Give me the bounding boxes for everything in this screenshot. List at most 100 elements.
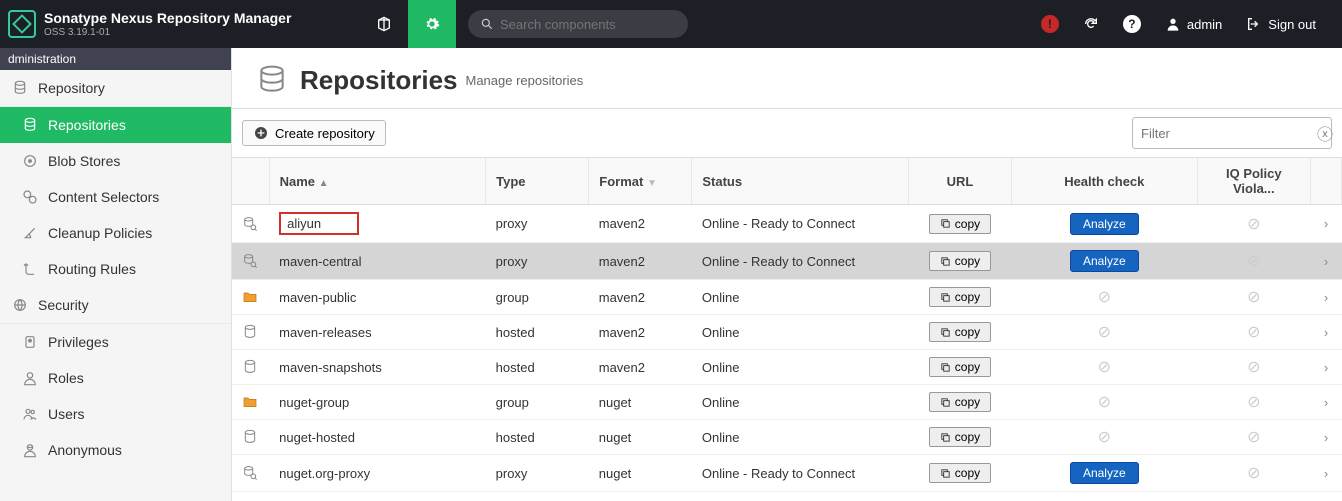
na-icon: ⊘ xyxy=(1247,289,1260,306)
table-row[interactable]: maven-releases hosted maven2 Online copy… xyxy=(232,315,1342,350)
col-name[interactable]: Name ▲ xyxy=(269,158,486,205)
help-icon[interactable]: ? xyxy=(1113,15,1151,33)
copy-url-button[interactable]: copy xyxy=(929,392,991,412)
col-health[interactable]: Health check xyxy=(1012,158,1198,205)
repo-format: maven2 xyxy=(589,315,692,350)
chevron-right-icon[interactable]: › xyxy=(1324,360,1328,375)
user-menu[interactable]: admin xyxy=(1155,16,1232,32)
chevron-right-icon[interactable]: › xyxy=(1324,395,1328,410)
sidebar-group-label: Repository xyxy=(38,80,105,96)
repo-status: Online - Ready to Connect xyxy=(692,455,909,492)
user-icon xyxy=(22,370,38,386)
sidebar-item-users[interactable]: Users xyxy=(0,396,231,432)
sidebar-item-label: Anonymous xyxy=(48,442,122,458)
repo-proxy-icon xyxy=(242,216,258,232)
col-type[interactable]: Type xyxy=(486,158,589,205)
analyze-button[interactable]: Analyze xyxy=(1070,213,1139,235)
sidebar-item-roles[interactable]: Roles xyxy=(0,360,231,396)
sidebar-item-routing rules[interactable]: Routing Rules xyxy=(0,251,231,287)
page-header: Repositories Manage repositories xyxy=(232,48,1342,109)
na-icon: ⊘ xyxy=(1247,465,1260,482)
repositories-table: Name ▲ Type Format ▼ Status URL Health c… xyxy=(232,158,1342,492)
repo-status: Online - Ready to Connect xyxy=(692,243,909,280)
alert-icon[interactable]: ! xyxy=(1031,15,1069,33)
copy-url-button[interactable]: copy xyxy=(929,214,991,234)
chevron-down-icon[interactable]: ▼ xyxy=(647,178,657,189)
copy-url-button[interactable]: copy xyxy=(929,427,991,447)
sidebar-item-privileges[interactable]: Privileges xyxy=(0,324,231,360)
chevron-right-icon[interactable]: › xyxy=(1324,466,1328,481)
col-format[interactable]: Format ▼ xyxy=(589,158,692,205)
repo-name: aliyun xyxy=(269,205,486,243)
repo-format: maven2 xyxy=(589,205,692,243)
copy-icon xyxy=(940,327,951,338)
filter-input[interactable] xyxy=(1141,126,1317,141)
copy-icon xyxy=(940,218,951,229)
sidebar-item-repositories[interactable]: Repositories xyxy=(0,107,231,143)
repo-proxy-icon xyxy=(242,253,258,269)
col-url[interactable]: URL xyxy=(908,158,1011,205)
copy-url-button[interactable]: copy xyxy=(929,322,991,342)
copy-icon xyxy=(940,362,951,373)
analyze-button[interactable]: Analyze xyxy=(1070,462,1139,484)
sidebar-item-label: Repositories xyxy=(48,117,126,133)
table-row[interactable]: nuget-group group nuget Online copy ⊘ ⊘ … xyxy=(232,385,1342,420)
repo-name: maven-releases xyxy=(269,315,486,350)
chevron-right-icon[interactable]: › xyxy=(1324,325,1328,340)
copy-url-button[interactable]: copy xyxy=(929,357,991,377)
repo-status: Online xyxy=(692,315,909,350)
chevron-right-icon[interactable]: › xyxy=(1324,254,1328,269)
sidebar-item-anonymous[interactable]: Anonymous xyxy=(0,432,231,468)
admin-mode-icon[interactable] xyxy=(408,0,456,48)
repo-type: proxy xyxy=(486,243,589,280)
copy-icon xyxy=(940,292,951,303)
table-row[interactable]: maven-public group maven2 Online copy ⊘ … xyxy=(232,280,1342,315)
repo-group-icon xyxy=(242,394,258,410)
repo-type: hosted xyxy=(486,350,589,385)
copy-url-button[interactable]: copy xyxy=(929,463,991,483)
sidebar-item-blob stores[interactable]: Blob Stores xyxy=(0,143,231,179)
copy-url-button[interactable]: copy xyxy=(929,287,991,307)
db-icon xyxy=(12,80,28,96)
sidebar-group-security[interactable]: Security xyxy=(0,287,231,324)
na-icon: ⊘ xyxy=(1098,429,1111,446)
sidebar-group-repository[interactable]: Repository xyxy=(0,70,231,107)
table-row[interactable]: aliyun proxy maven2 Online - Ready to Co… xyxy=(232,205,1342,243)
table-row[interactable]: maven-central proxy maven2 Online - Read… xyxy=(232,243,1342,280)
analyze-button[interactable]: Analyze xyxy=(1070,250,1139,272)
clear-filter-icon[interactable]: ⓧ xyxy=(1317,121,1333,145)
copy-icon xyxy=(940,397,951,408)
create-repository-button[interactable]: Create repository xyxy=(242,120,386,146)
repo-format: maven2 xyxy=(589,280,692,315)
chevron-right-icon[interactable]: › xyxy=(1324,290,1328,305)
sidebar-item-cleanup policies[interactable]: Cleanup Policies xyxy=(0,215,231,251)
broom-icon xyxy=(22,225,38,241)
col-iq[interactable]: IQ Policy Viola... xyxy=(1197,158,1310,205)
na-icon: ⊘ xyxy=(1247,394,1260,411)
repo-name: maven-public xyxy=(269,280,486,315)
table-row[interactable]: nuget-hosted hosted nuget Online copy ⊘ … xyxy=(232,420,1342,455)
tags-icon xyxy=(22,189,38,205)
col-status[interactable]: Status xyxy=(692,158,909,205)
sidebar-group-label: Security xyxy=(38,297,89,313)
repo-format: maven2 xyxy=(589,350,692,385)
create-label: Create repository xyxy=(275,126,375,141)
repo-type: hosted xyxy=(486,420,589,455)
app-header: Sonatype Nexus Repository Manager OSS 3.… xyxy=(0,0,1342,48)
search-input[interactable] xyxy=(500,17,676,32)
sidebar-item-content selectors[interactable]: Content Selectors xyxy=(0,179,231,215)
browse-mode-icon[interactable] xyxy=(360,0,408,48)
filter-box[interactable]: ⓧ xyxy=(1132,117,1332,149)
copy-url-button[interactable]: copy xyxy=(929,251,991,271)
table-row[interactable]: maven-snapshots hosted maven2 Online cop… xyxy=(232,350,1342,385)
repo-group-icon xyxy=(242,289,258,305)
table-row[interactable]: nuget.org-proxy proxy nuget Online - Rea… xyxy=(232,455,1342,492)
refresh-icon[interactable] xyxy=(1073,16,1109,32)
signout-button[interactable]: Sign out xyxy=(1236,16,1326,32)
repo-status: Online xyxy=(692,420,909,455)
repo-name: nuget-group xyxy=(269,385,486,420)
search-box[interactable] xyxy=(468,10,688,38)
chevron-right-icon[interactable]: › xyxy=(1324,430,1328,445)
chevron-right-icon[interactable]: › xyxy=(1324,216,1328,231)
repo-proxy-icon xyxy=(242,465,258,481)
